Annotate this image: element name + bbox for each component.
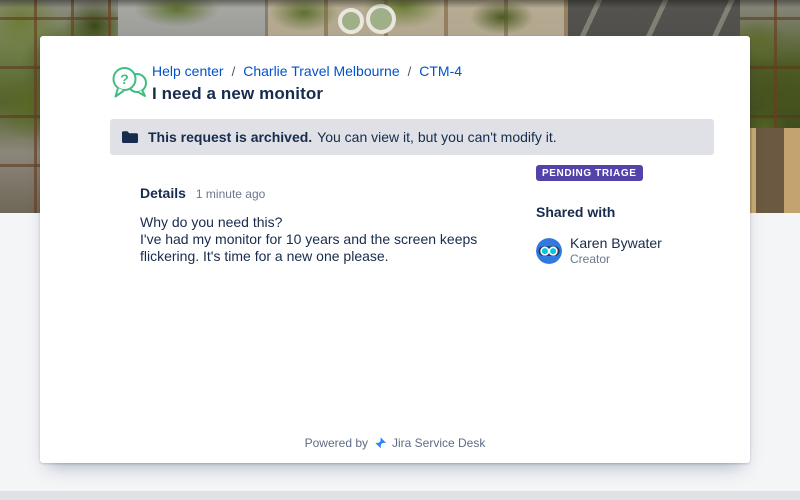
request-card: ? Help center / Charlie Travel Melbourne… bbox=[40, 36, 750, 463]
jira-logo-icon bbox=[374, 436, 387, 450]
person-role: Creator bbox=[570, 252, 611, 266]
archived-banner-detail: You can view it, but you can't modify it… bbox=[317, 129, 557, 145]
status-badge: PENDING TRIAGE bbox=[536, 165, 643, 181]
details-heading: Details bbox=[140, 185, 186, 201]
avatar bbox=[536, 237, 562, 264]
photo-round-mirror bbox=[338, 8, 364, 34]
photo-wood-doorway bbox=[742, 128, 800, 213]
page: ? Help center / Charlie Travel Melbourne… bbox=[0, 0, 800, 500]
request-header: ? Help center / Charlie Travel Melbourne… bbox=[40, 36, 750, 104]
details-timestamp: 1 minute ago bbox=[195, 187, 266, 201]
folder-icon bbox=[122, 130, 138, 144]
breadcrumb-link-project[interactable]: Charlie Travel Melbourne bbox=[243, 63, 399, 79]
archived-banner-bold: This request is archived. bbox=[148, 129, 313, 145]
archived-banner: This request is archived. You can view it… bbox=[110, 119, 714, 155]
details-answer: I've had my monitor for 10 years and the… bbox=[140, 231, 478, 264]
breadcrumb-separator: / bbox=[231, 63, 236, 79]
request-title: I need a new monitor bbox=[152, 84, 324, 103]
jira-service-desk-link[interactable]: Jira Service Desk bbox=[392, 436, 485, 450]
person-text: Karen Bywater Creator bbox=[570, 235, 662, 266]
photo-round-mirror bbox=[366, 4, 396, 34]
details-question: Why do you need this? bbox=[140, 214, 283, 230]
person-name: Karen Bywater bbox=[570, 235, 662, 251]
footer: Powered by Jira Service Desk bbox=[40, 436, 750, 450]
request-body: Details 1 minute ago Why do you need thi… bbox=[40, 155, 750, 266]
breadcrumb: Help center / Charlie Travel Melbourne /… bbox=[152, 63, 462, 79]
request-sidebar: PENDING TRIAGE Shared with Karen Bywater bbox=[536, 163, 714, 266]
details-section: Details 1 minute ago Why do you need thi… bbox=[140, 163, 524, 265]
shared-person-row: Karen Bywater Creator bbox=[536, 235, 714, 266]
breadcrumb-link-request-key[interactable]: CTM-4 bbox=[419, 63, 462, 79]
breadcrumb-separator: / bbox=[407, 63, 412, 79]
archived-banner-text: This request is archived. You can view it… bbox=[148, 129, 557, 145]
svg-text:?: ? bbox=[120, 71, 129, 87]
powered-by-label: Powered by bbox=[304, 436, 368, 450]
help-center-icon: ? bbox=[110, 64, 150, 100]
shared-with-heading: Shared with bbox=[536, 204, 616, 220]
details-header: Details 1 minute ago bbox=[140, 185, 524, 201]
breadcrumb-link-help-center[interactable]: Help center bbox=[152, 63, 224, 79]
page-bottom-strip bbox=[0, 491, 800, 500]
